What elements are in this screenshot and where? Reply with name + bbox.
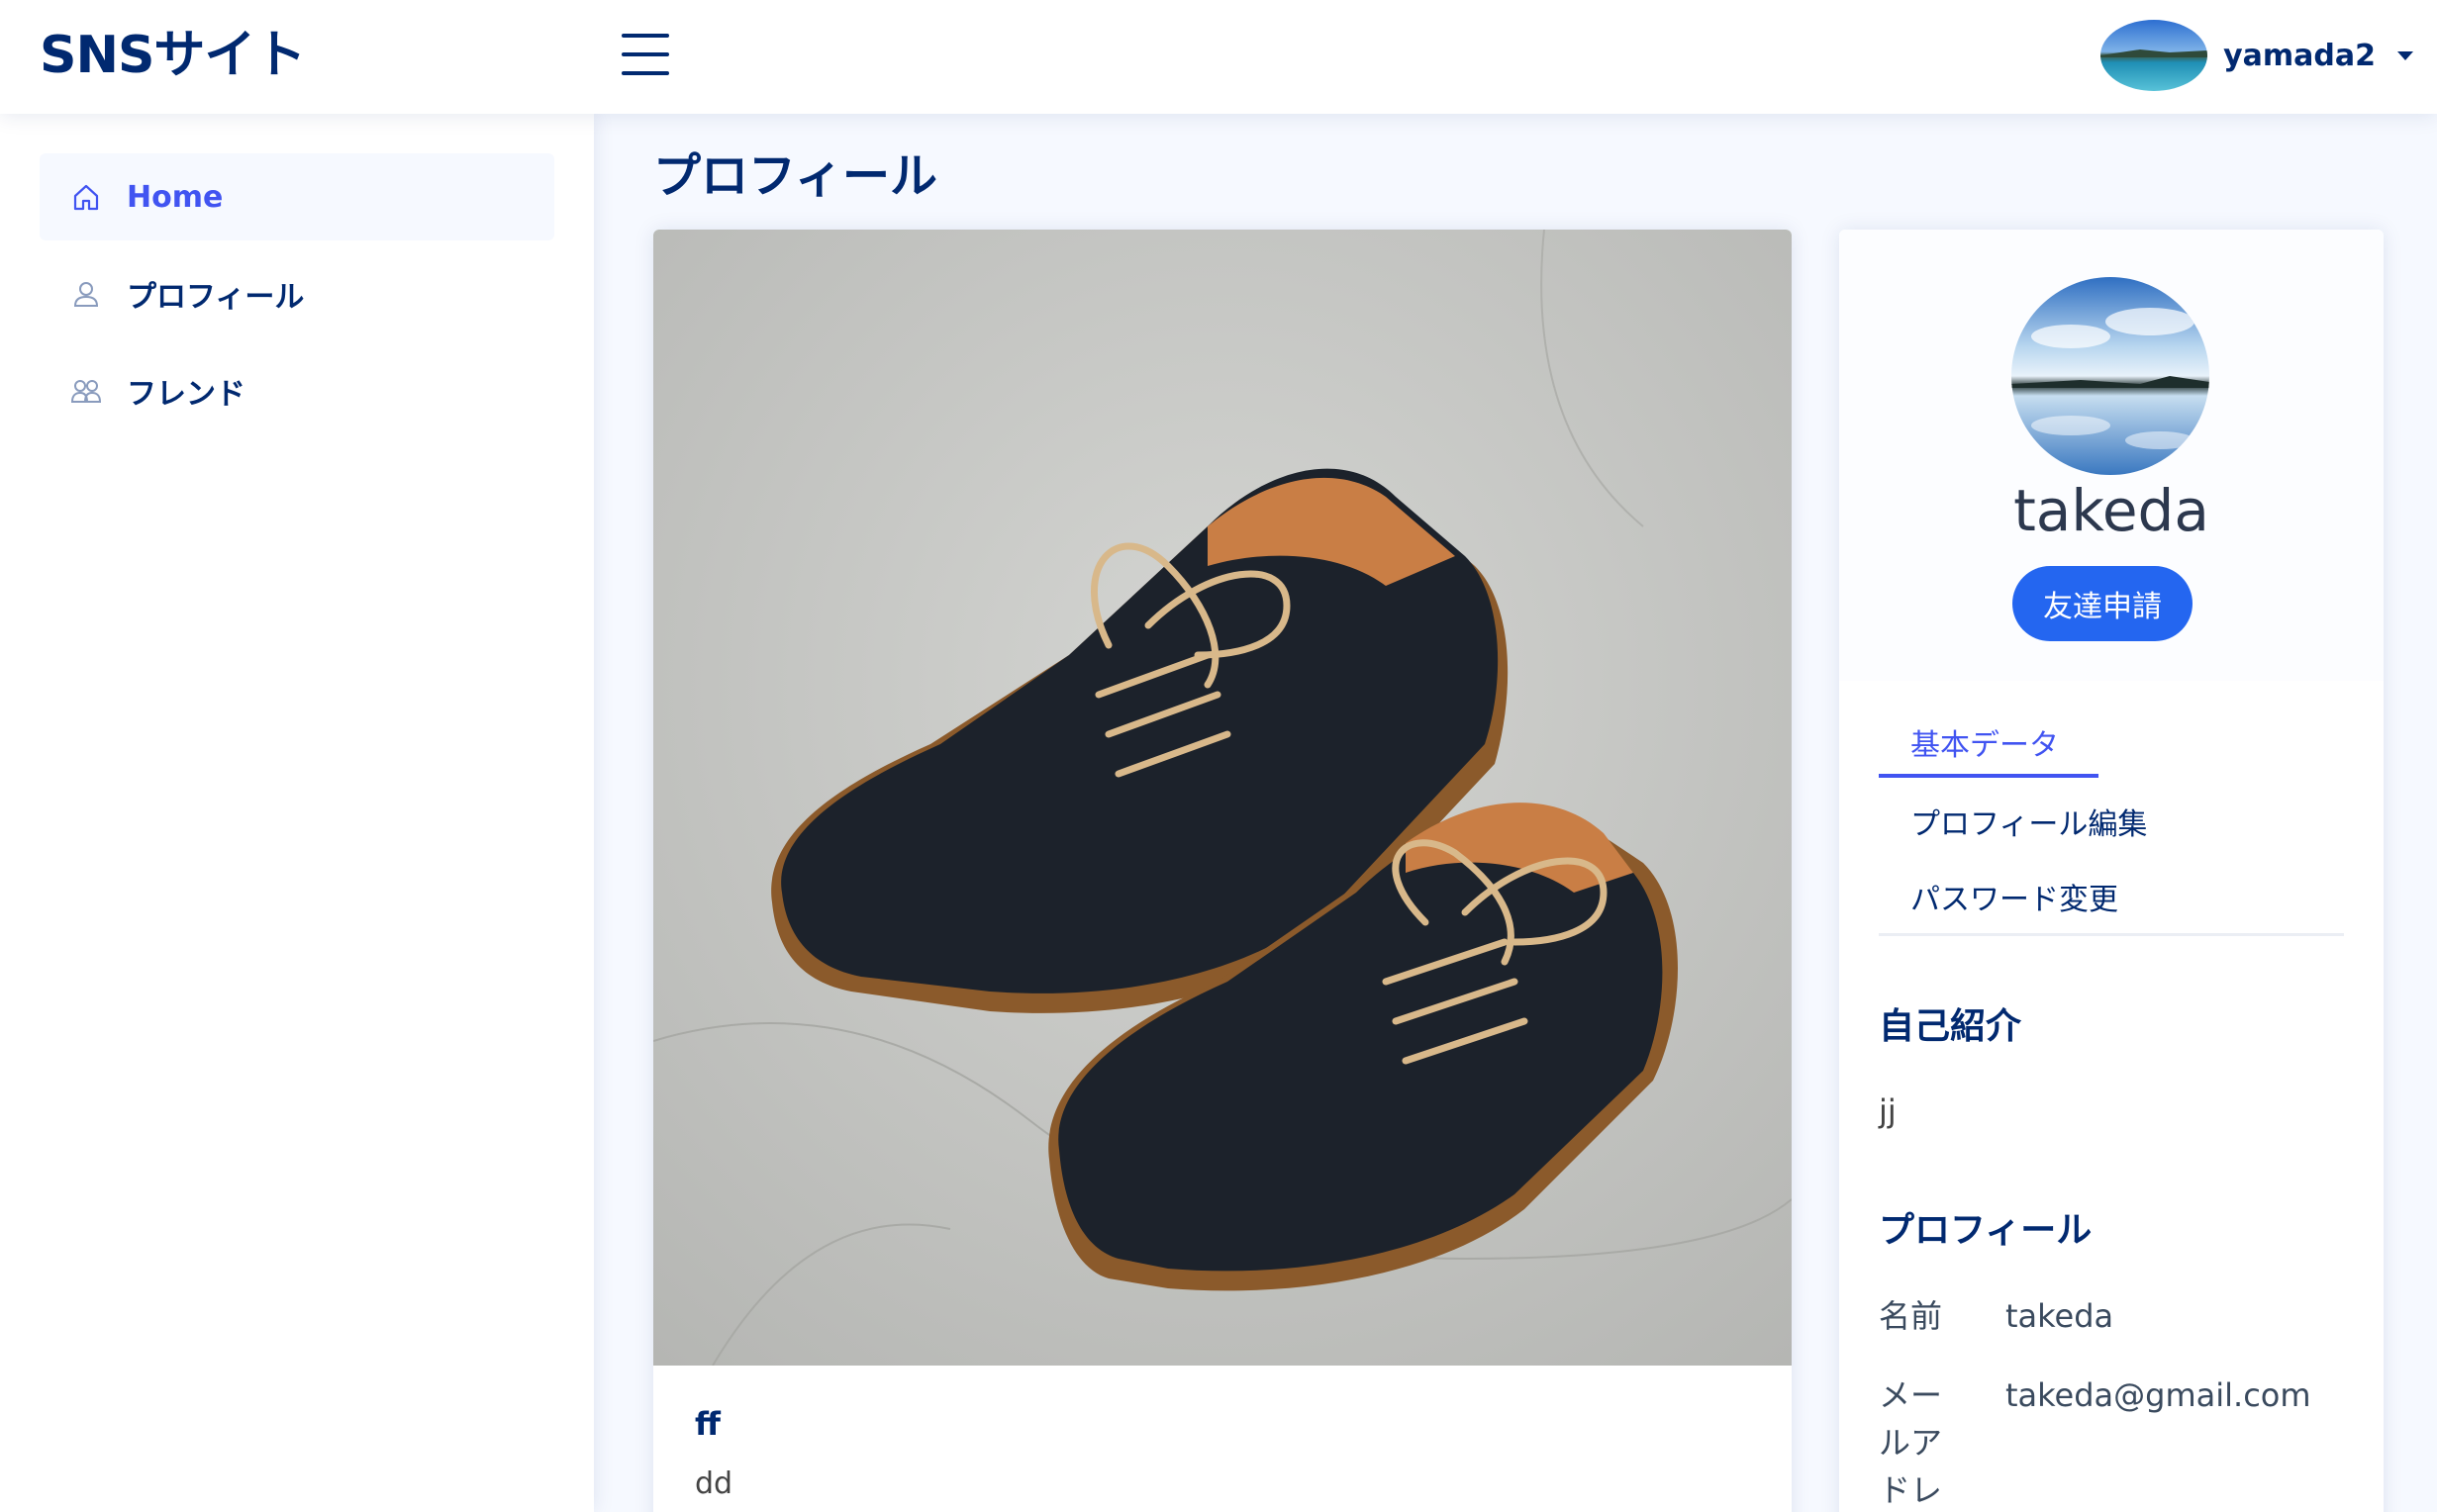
- sidebar-item-label: Home: [127, 179, 224, 215]
- name-value: takeda: [2005, 1297, 2114, 1335]
- sidebar-item-friends[interactable]: フレンド: [40, 347, 554, 434]
- profile-name: takeda: [2013, 477, 2209, 544]
- name-label: 名前: [1879, 1297, 1943, 1335]
- email-value: takeda@gmail.com: [2005, 1376, 2311, 1414]
- top-header: SNSサイト yamada2: [0, 0, 2437, 114]
- post-body: dd: [695, 1466, 733, 1501]
- sidebar-item-profile[interactable]: プロフィール: [40, 250, 554, 337]
- user-avatar[interactable]: [2100, 20, 2208, 91]
- profile-tabs: 基本データ プロフィール編集 パスワード変更: [1879, 714, 2344, 936]
- hamburger-menu-icon[interactable]: [622, 34, 669, 75]
- sidebar: Home プロフィール フレンド: [0, 114, 594, 1512]
- person-icon: [69, 277, 103, 311]
- tab-edit-profile[interactable]: プロフィール編集: [1879, 794, 2195, 857]
- caret-down-icon[interactable]: [2397, 50, 2413, 60]
- tab-change-password[interactable]: パスワード変更: [1879, 869, 2195, 932]
- email-label: メールアドレ: [1879, 1376, 1943, 1509]
- profile-card: takeda 友達申請 基本データ プロフィール編集 パスワード変更 自己紹介 …: [1839, 230, 2384, 1512]
- home-icon: [69, 180, 103, 214]
- sidebar-item-label: プロフィール: [127, 280, 305, 315]
- user-menu[interactable]: yamada2: [2100, 20, 2413, 91]
- people-icon: [69, 374, 103, 408]
- post-card: ff dd: [653, 230, 1792, 1512]
- friend-request-button[interactable]: 友達申請: [2012, 566, 2193, 641]
- username-label[interactable]: yamada2: [2223, 39, 2376, 73]
- sidebar-item-home[interactable]: Home: [40, 153, 554, 240]
- bio-heading: 自己紹介: [1879, 1006, 2022, 1047]
- bio-text: jj: [1879, 1092, 1897, 1130]
- post-title: ff: [695, 1405, 721, 1443]
- page-title: プロフィール: [653, 148, 938, 204]
- post-image: [653, 230, 1792, 1367]
- tab-basic-data[interactable]: 基本データ: [1879, 714, 2098, 778]
- profile-header: takeda 友達申請: [1839, 230, 2384, 681]
- profile-avatar: [2011, 277, 2209, 475]
- site-logo[interactable]: SNSサイト: [40, 26, 306, 85]
- sidebar-item-label: フレンド: [127, 377, 245, 412]
- details-heading: プロフィール: [1879, 1210, 2093, 1251]
